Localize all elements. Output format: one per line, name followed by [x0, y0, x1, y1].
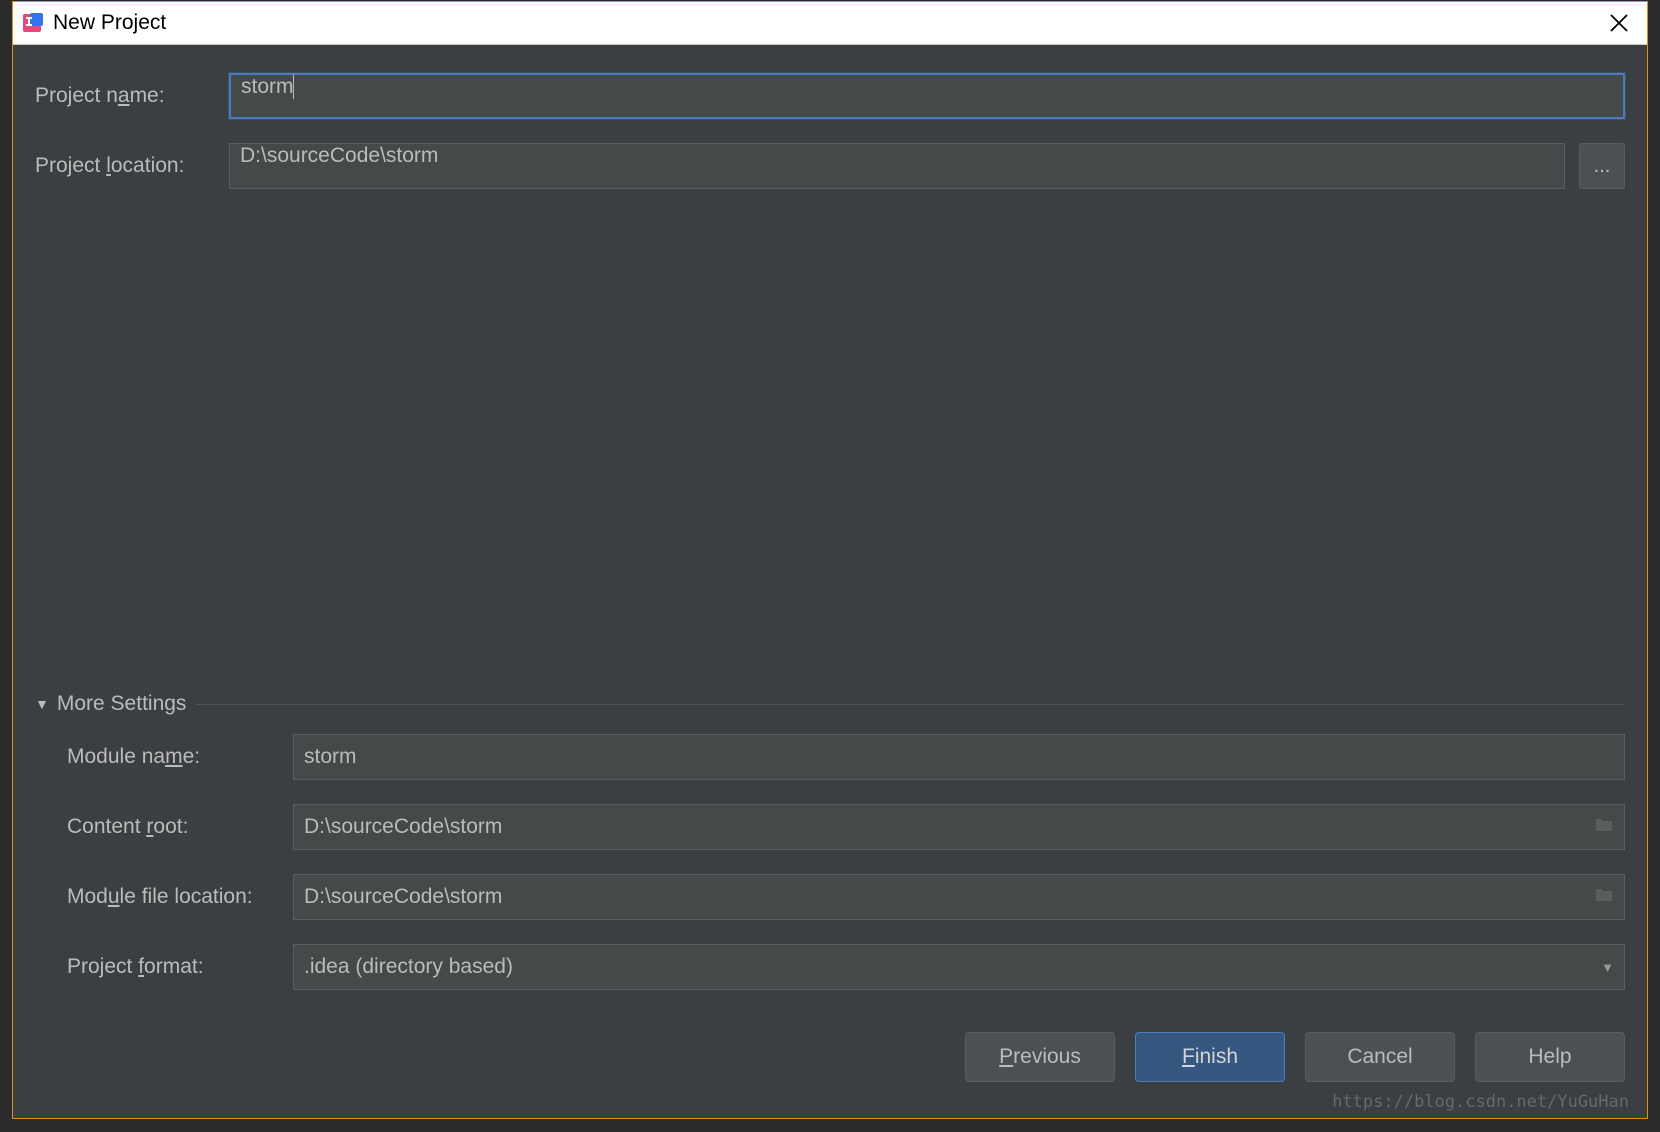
new-project-dialog: New Project Project name: storm Project … — [12, 1, 1648, 1119]
chevron-down-icon: ▼ — [1601, 960, 1614, 975]
ellipsis-icon: ... — [1594, 155, 1611, 178]
module-file-location-label: Module file location: — [67, 885, 293, 909]
content-root-label: Content root: — [67, 815, 293, 839]
folder-icon[interactable] — [1594, 815, 1614, 839]
project-location-input[interactable]: D:\sourceCode\storm — [229, 143, 1565, 189]
cancel-button[interactable]: Cancel — [1305, 1032, 1455, 1082]
chevron-down-icon: ▼ — [35, 696, 49, 712]
project-format-dropdown[interactable]: .idea (directory based) ▼ — [293, 944, 1625, 990]
help-button[interactable]: Help — [1475, 1032, 1625, 1082]
more-settings-body: Module name: storm Content root: D:\sour… — [35, 734, 1625, 1014]
finish-button[interactable]: Finish — [1135, 1032, 1285, 1082]
project-format-row: Project format: .idea (directory based) … — [67, 944, 1625, 990]
module-name-label: Module name: — [67, 745, 293, 769]
module-name-row: Module name: storm — [67, 734, 1625, 780]
folder-icon[interactable] — [1594, 885, 1614, 909]
dialog-content: Project name: storm Project location: D:… — [13, 45, 1647, 1118]
project-format-label: Project format: — [67, 955, 293, 979]
close-button[interactable] — [1597, 3, 1641, 43]
project-name-input[interactable]: storm — [229, 73, 1625, 119]
project-location-row: Project location: D:\sourceCode\storm ..… — [35, 143, 1625, 189]
dialog-title: New Project — [53, 11, 1597, 35]
content-root-row: Content root: D:\sourceCode\storm — [67, 804, 1625, 850]
separator-line — [196, 704, 1625, 705]
module-file-location-row: Module file location: D:\sourceCode\stor… — [67, 874, 1625, 920]
intellij-icon — [19, 10, 45, 36]
watermark: https://blog.csdn.net/YuGuHan — [1332, 1092, 1629, 1112]
project-location-label: Project location: — [35, 154, 229, 178]
content-root-input[interactable]: D:\sourceCode\storm — [293, 804, 1625, 850]
more-settings-label: More Settings — [57, 692, 187, 716]
more-settings-toggle[interactable]: ▼ More Settings — [35, 692, 1625, 716]
previous-button[interactable]: Previous — [965, 1032, 1115, 1082]
project-name-row: Project name: storm — [35, 73, 1625, 119]
project-name-label: Project name: — [35, 84, 229, 108]
browse-location-button[interactable]: ... — [1579, 143, 1625, 189]
module-name-input[interactable]: storm — [293, 734, 1625, 780]
close-icon — [1609, 13, 1629, 33]
module-file-location-input[interactable]: D:\sourceCode\storm — [293, 874, 1625, 920]
titlebar: New Project — [13, 2, 1647, 45]
